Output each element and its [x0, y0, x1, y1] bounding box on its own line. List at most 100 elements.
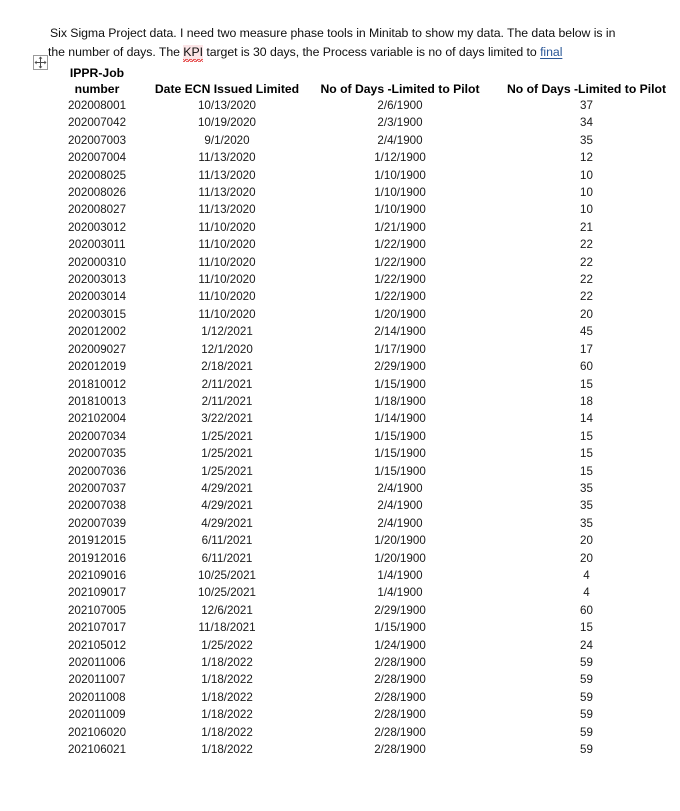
- cell-date-ecn: 10/25/2021: [197, 586, 257, 600]
- cell-job-number: 201810013: [67, 394, 127, 408]
- cell-job-number: 202105012: [67, 638, 127, 652]
- cell-days-count: 22: [580, 273, 593, 287]
- cell-date-ecn: 1/18/2022: [201, 673, 253, 687]
- cell-date-ecn: 1/25/2022: [201, 638, 253, 652]
- cell-job-number: 202003015: [67, 307, 127, 321]
- table-header: IPPR-Job number Date ECN Issued Limited …: [47, 66, 680, 97]
- cell-job-number: 202012002: [67, 325, 127, 339]
- cell-date-ecn: 6/11/2021: [201, 534, 253, 548]
- cell-pilot-date: 2/28/1900: [374, 656, 426, 669]
- table-row: 202007042 10/19/2020 2/3/1900 34: [47, 114, 680, 131]
- cell-days-count: 15: [580, 447, 593, 461]
- cell-days-count: 59: [580, 656, 593, 669]
- cell-days-count: 22: [580, 255, 593, 269]
- cell-job-number: 202007035: [67, 447, 127, 461]
- cell-job-number: 202008025: [67, 168, 127, 182]
- cell-pilot-date: 1/4/1900: [377, 586, 423, 600]
- table-row: 201912016 6/11/2021 1/20/1900 20: [47, 550, 680, 567]
- table-row: 202011009 1/18/2022 2/28/1900 59: [47, 706, 680, 723]
- cell-date-ecn: 11/13/2020: [198, 203, 256, 217]
- table-row: 202107017 11/18/2021 1/15/1900 15: [47, 619, 680, 636]
- cell-pilot-date: 2/4/1900: [377, 133, 423, 147]
- table-row: 201912015 6/11/2021 1/20/1900 20: [47, 532, 680, 549]
- cell-job-number: 202107005: [67, 603, 127, 617]
- column-header-job-number-line1: IPPR-Job: [69, 66, 125, 80]
- table-row: 202011007 1/18/2022 2/28/1900 59: [47, 671, 680, 688]
- cell-days-count: 17: [580, 342, 593, 356]
- cell-job-number: 202109017: [67, 586, 127, 600]
- cell-date-ecn: 11/10/2020: [198, 307, 256, 321]
- cell-days-count: 22: [580, 238, 593, 252]
- cell-pilot-date: 1/17/1900: [374, 342, 426, 356]
- cell-pilot-date: 2/4/1900: [377, 516, 423, 530]
- column-header-date-ecn-issued: Date ECN Issued Limited: [154, 81, 300, 96]
- cell-pilot-date: 1/22/1900: [374, 238, 426, 252]
- cell-pilot-date: 1/15/1900: [374, 429, 426, 443]
- cell-pilot-date: 1/24/1900: [374, 638, 426, 652]
- cell-job-number: 202007037: [67, 481, 127, 495]
- cell-date-ecn: 1/18/2022: [201, 725, 253, 739]
- cell-job-number: 202011006: [68, 656, 126, 669]
- cell-pilot-date: 1/15/1900: [374, 447, 426, 461]
- cell-days-count: 15: [580, 621, 593, 635]
- table-row: 202007036 1/25/2021 1/15/1900 15: [47, 463, 680, 480]
- cell-days-count: 12: [580, 151, 593, 165]
- cell-pilot-date: 2/29/1900: [374, 360, 426, 374]
- cell-days-count: 18: [580, 394, 593, 408]
- cell-days-count: 15: [580, 429, 593, 443]
- table-row: 202107005 12/6/2021 2/29/1900 60: [47, 602, 680, 619]
- cell-date-ecn: 4/29/2021: [201, 516, 253, 530]
- table-row: 202102004 3/22/2021 1/14/1900 14: [47, 410, 680, 427]
- cell-pilot-date: 1/15/1900: [374, 621, 426, 635]
- cell-pilot-date: 1/15/1900: [374, 464, 426, 478]
- cell-pilot-date: 2/28/1900: [374, 743, 426, 757]
- cell-days-count: 59: [580, 673, 593, 687]
- final-hyperlink[interactable]: final: [540, 45, 562, 59]
- cell-job-number: 202003011: [68, 238, 126, 252]
- cell-days-count: 37: [580, 99, 593, 112]
- cell-date-ecn: 11/13/2020: [198, 186, 256, 200]
- table-row: 202008027 11/13/2020 1/10/1900 10: [47, 201, 680, 218]
- cell-job-number: 202008026: [67, 186, 127, 200]
- cell-date-ecn: 10/25/2021: [197, 568, 257, 582]
- table-move-handle[interactable]: [33, 55, 48, 70]
- cell-days-count: 4: [583, 568, 590, 582]
- cell-job-number: 202012019: [67, 360, 127, 374]
- cell-date-ecn: 1/18/2022: [201, 708, 253, 722]
- cell-job-number: 202008027: [67, 203, 127, 217]
- table-body: 202008001 10/13/2020 2/6/1900 37 202007042 10…: [47, 97, 680, 758]
- column-header-job-number-line2: number: [74, 81, 120, 96]
- cell-job-number: 201912016: [67, 551, 127, 565]
- cell-pilot-date: 1/20/1900: [374, 534, 426, 548]
- cell-days-count: 14: [580, 412, 593, 426]
- table-row: 202109016 10/25/2021 1/4/1900 4: [47, 567, 680, 584]
- column-header-no-of-days-pilot-date: No of Days -Limited to Pilot: [320, 81, 480, 96]
- table-row: 202106020 1/18/2022 2/28/1900 59: [47, 724, 680, 741]
- table-row: 202003013 11/10/2020 1/22/1900 22: [47, 271, 680, 288]
- cell-pilot-date: 1/12/1900: [374, 151, 426, 165]
- cell-job-number: 202007003: [67, 133, 127, 147]
- cell-pilot-date: 2/28/1900: [374, 708, 426, 722]
- cell-days-count: 22: [580, 290, 593, 304]
- table-row: 202003014 11/10/2020 1/22/1900 22: [47, 288, 680, 305]
- cell-date-ecn: 4/29/2021: [201, 499, 253, 513]
- cell-job-number: 202000310: [67, 255, 127, 269]
- cell-date-ecn: 1/25/2021: [201, 447, 253, 461]
- misspelled-word-kpi[interactable]: KPI: [183, 45, 203, 61]
- intro-line-2-part-a: the number of days. The: [48, 45, 184, 59]
- column-header-no-of-days-pilot-count: No of Days -Limited to Pilot: [506, 81, 667, 96]
- table-row: 202000310 11/10/2020 1/22/1900 22: [47, 254, 680, 271]
- table-row: 202003015 11/10/2020 1/20/1900 20: [47, 306, 680, 323]
- cell-pilot-date: 1/22/1900: [374, 290, 426, 304]
- cell-pilot-date: 2/6/1900: [377, 99, 423, 112]
- cell-date-ecn: 2/11/2021: [201, 377, 253, 391]
- cell-date-ecn: 11/18/2021: [198, 621, 256, 635]
- cell-date-ecn: 4/29/2021: [201, 481, 253, 495]
- cell-date-ecn: 6/11/2021: [201, 551, 253, 565]
- cell-days-count: 20: [580, 534, 593, 548]
- cell-days-count: 59: [580, 743, 593, 757]
- cell-job-number: 202106020: [67, 725, 127, 739]
- cell-pilot-date: 1/22/1900: [374, 255, 426, 269]
- cell-pilot-date: 2/28/1900: [374, 725, 426, 739]
- cell-days-count: 15: [580, 464, 593, 478]
